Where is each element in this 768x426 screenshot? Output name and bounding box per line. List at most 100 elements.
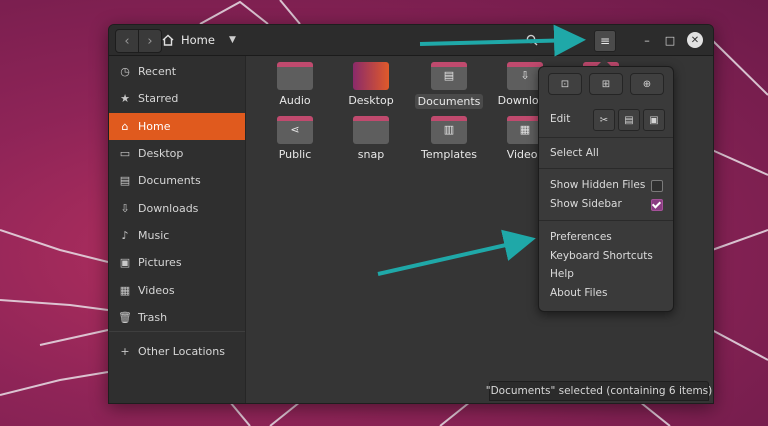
list-view-icon [557,35,567,45]
new-folder-button[interactable]: ⊕ [630,73,664,95]
new-tab-icon: ⊞ [601,78,611,90]
file-label: Audio [279,94,311,107]
sidebar-item-other-locations[interactable]: + Other Locations [109,338,245,365]
sidebar-item-label: Recent [138,65,177,78]
menu-separator [539,137,673,138]
sidebar-item-desktop[interactable]: ▭ Desktop [109,140,245,167]
file-item-documents[interactable]: ▤ Documents [412,62,486,109]
file-label: snap [357,148,385,161]
menu-item-show-hidden-files[interactable]: Show Hidden Files [550,179,645,191]
paste-button[interactable]: ▣ [643,109,665,131]
sidebar-item-label: Videos [138,284,175,297]
document-icon: ▤ [119,174,131,187]
copy-button[interactable]: ▤ [618,109,640,131]
music-icon: ♪ [121,229,129,242]
sidebar-item-starred[interactable]: ★ Starred [109,85,245,112]
new-window-button[interactable]: ⊡ [548,73,582,95]
sidebar-item-music[interactable]: ♪ Music [109,222,245,249]
sidebar-item-label: Documents [138,174,201,187]
path-bar[interactable]: Home ▼ [161,29,236,51]
cut-icon: ✂ [599,114,609,126]
sidebar-item-label: Desktop [138,147,184,160]
maximize-button[interactable]: □ [662,32,678,48]
sidebar-item-label: Pictures [138,256,182,269]
sidebar-item-downloads[interactable]: ⇩ Downloads [109,195,245,222]
clock-icon: ◷ [120,65,130,78]
templates-folder-icon: ▥ [431,116,467,144]
public-folder-icon: ⋖ [277,116,313,144]
download-icon: ⇩ [120,202,130,215]
documents-folder-icon: ▤ [431,62,467,90]
show-hidden-files-checkbox[interactable] [651,180,663,192]
minimize-icon: – [644,33,650,47]
back-button[interactable]: ‹ [116,30,138,52]
desktop-icon: ▭ [119,147,131,160]
close-button[interactable]: ✕ [687,32,703,48]
sidebar-item-label: Home [138,120,171,133]
chevron-left-icon: ‹ [124,33,130,49]
menu-item-help[interactable]: Help [550,268,574,280]
navigation-buttons: ‹ › [115,29,162,53]
paste-icon: ▣ [649,114,659,126]
popover-arrow [597,59,611,66]
new-tab-button[interactable]: ⊞ [589,73,623,95]
file-label: Documents [414,94,484,109]
menu-item-about[interactable]: About Files [550,287,607,299]
file-item-public[interactable]: ⋖ Public [258,116,332,161]
search-button[interactable] [522,30,542,50]
forward-button[interactable]: › [138,30,161,52]
menu-separator [539,220,673,221]
file-item-desktop[interactable]: Desktop [334,62,408,107]
file-label: Templates [421,148,477,161]
folder-icon [277,62,313,90]
file-label: Public [278,148,312,161]
home-icon: ⌂ [121,120,129,133]
sidebar-item-videos[interactable]: ▦ Videos [109,277,245,304]
desktop-folder-icon [353,62,389,90]
main-menu-button[interactable]: ≡ [594,30,616,52]
hamburger-icon: ≡ [599,34,611,48]
sidebar-item-recent[interactable]: ◷ Recent [109,58,245,85]
star-icon: ★ [120,92,130,105]
sidebar-item-label: Downloads [138,202,199,215]
cut-button[interactable]: ✂ [593,109,615,131]
status-text: "Documents" selected (containing 6 items… [485,385,713,397]
copy-icon: ▤ [624,114,634,126]
view-toggle-button[interactable] [552,30,572,50]
path-label: Home [181,33,215,47]
picture-icon: ▣ [119,256,131,269]
main-menu-popover: ⊡ ⊞ ⊕ Edit ✂ ▤ ▣ Select All Show Hidden … [538,66,674,312]
new-folder-icon: ⊕ [642,78,652,90]
trash-icon: 🗑 [118,311,132,324]
video-icon: ▦ [119,284,131,297]
sidebar-item-label: Other Locations [138,345,225,358]
file-item-snap[interactable]: snap [334,116,408,161]
edit-label: Edit [550,113,571,125]
new-window-icon: ⊡ [560,78,570,90]
folder-icon [353,116,389,144]
minimize-button[interactable]: – [639,32,655,48]
sidebar-item-trash[interactable]: 🗑 Trash [109,304,245,331]
menu-item-keyboard-shortcuts[interactable]: Keyboard Shortcuts [550,250,653,262]
show-sidebar-checkbox[interactable] [651,199,663,211]
status-bar: "Documents" selected (containing 6 items… [485,381,713,401]
sidebar-item-pictures[interactable]: ▣ Pictures [109,249,245,276]
sidebar-item-documents[interactable]: ▤ Documents [109,167,245,194]
menu-item-show-sidebar[interactable]: Show Sidebar [550,198,622,210]
sidebar-item-home[interactable]: ⌂ Home [109,113,245,140]
sidebar: ◷ Recent ★ Starred ⌂ Home ▭ Desktop ▤ Documen… [109,56,246,403]
file-item-audio[interactable]: Audio [258,62,332,107]
menu-item-preferences[interactable]: Preferences [550,231,612,243]
file-label: Desktop [348,94,394,107]
home-icon [162,34,174,46]
menu-item-select-all[interactable]: Select All [550,147,599,159]
menu-separator [539,168,673,169]
headerbar: ‹ › Home ▼ ≡ – □ ✕ [109,25,713,56]
caret-down-icon[interactable]: ▼ [229,35,236,45]
chevron-right-icon: › [147,33,153,49]
maximize-icon: □ [664,33,676,47]
file-item-templates[interactable]: ▥ Templates [412,116,486,161]
search-icon [526,34,538,46]
sidebar-item-label: Starred [138,92,179,105]
sidebar-separator [109,331,245,332]
